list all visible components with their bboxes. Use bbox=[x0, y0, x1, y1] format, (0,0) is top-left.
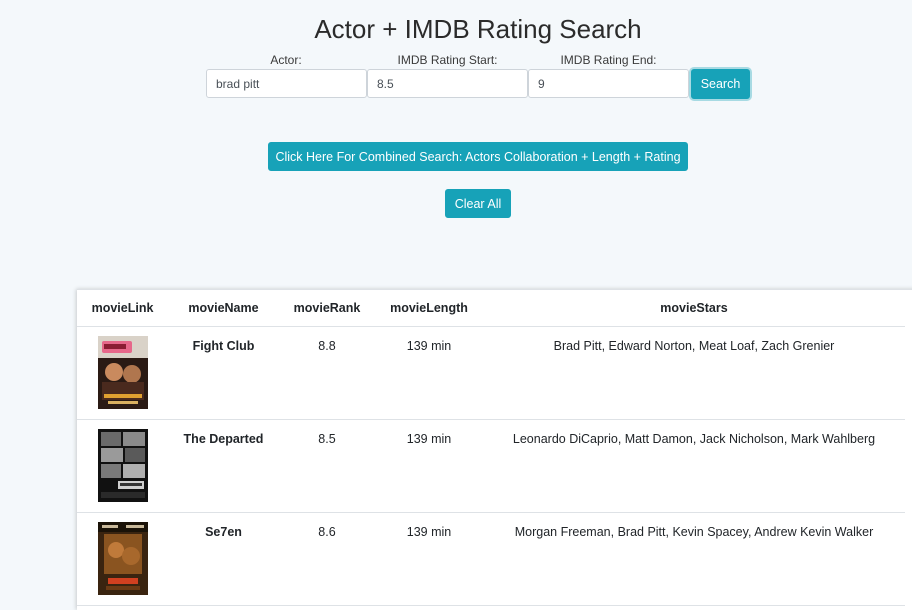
movie-length-cell: 139 min bbox=[375, 326, 483, 420]
rating-end-label: IMDB Rating End: bbox=[560, 53, 657, 67]
movie-link-cell bbox=[77, 419, 168, 513]
search-button[interactable]: Search bbox=[691, 69, 750, 99]
movie-name: The Departed bbox=[183, 432, 264, 446]
movie-link-cell bbox=[77, 326, 168, 420]
header-movie-name: movieName bbox=[168, 290, 279, 327]
fight-club-poster[interactable] bbox=[97, 336, 148, 409]
actor-input[interactable] bbox=[206, 69, 367, 98]
results-card: movieLink movieName movieRank movieLengt… bbox=[77, 289, 912, 610]
movie-length: 139 min bbox=[406, 339, 452, 353]
movie-length-cell: 139 min bbox=[375, 419, 483, 513]
table-row: The Departed 8.5 139 min Leonardo DiCapr… bbox=[77, 419, 905, 513]
actor-label: Actor: bbox=[270, 53, 302, 67]
movie-stars: Morgan Freeman, Brad Pitt, Kevin Spacey,… bbox=[514, 525, 874, 539]
movie-stars-cell: Brad Pitt, Edward Norton, Meat Loaf, Zac… bbox=[483, 326, 905, 420]
the-departed-poster[interactable] bbox=[97, 429, 148, 502]
header-movie-stars: movieStars bbox=[483, 290, 905, 327]
movie-stars-cell: Leonardo DiCaprio, Matt Damon, Jack Nich… bbox=[483, 419, 905, 513]
movie-length: 139 min bbox=[406, 525, 452, 539]
movie-rank: 8.6 bbox=[318, 525, 336, 539]
results-table: movieLink movieName movieRank movieLengt… bbox=[77, 290, 905, 606]
movie-name: Fight Club bbox=[192, 339, 255, 353]
page-title: Actor + IMDB Rating Search bbox=[314, 14, 642, 44]
movie-rank-cell: 8.5 bbox=[279, 419, 375, 513]
movie-name-cell: The Departed bbox=[168, 419, 279, 513]
movie-rank: 8.5 bbox=[318, 432, 336, 446]
movie-stars: Brad Pitt, Edward Norton, Meat Loaf, Zac… bbox=[553, 339, 835, 353]
movie-rank: 8.8 bbox=[318, 339, 336, 353]
combined-search-button[interactable]: Click Here For Combined Search: Actors C… bbox=[268, 142, 688, 171]
movie-length: 139 min bbox=[406, 432, 452, 446]
se7en-poster[interactable] bbox=[97, 522, 148, 595]
rating-end-input[interactable] bbox=[528, 69, 689, 98]
movie-stars: Leonardo DiCaprio, Matt Damon, Jack Nich… bbox=[512, 432, 876, 446]
header-movie-rank: movieRank bbox=[279, 290, 375, 327]
rating-start-input[interactable] bbox=[367, 69, 528, 98]
clear-all-button[interactable]: Clear All bbox=[445, 189, 511, 218]
header-movie-length: movieLength bbox=[375, 290, 483, 327]
movie-rank-cell: 8.8 bbox=[279, 326, 375, 420]
movie-name-cell: Fight Club bbox=[168, 326, 279, 420]
table-header-row: movieLink movieName movieRank movieLengt… bbox=[77, 290, 905, 327]
rating-start-label: IMDB Rating Start: bbox=[397, 53, 498, 67]
header-movie-link: movieLink bbox=[77, 290, 168, 327]
movie-name: Se7en bbox=[205, 525, 242, 539]
table-row: Fight Club 8.8 139 min Brad Pitt, Edward… bbox=[77, 326, 905, 420]
